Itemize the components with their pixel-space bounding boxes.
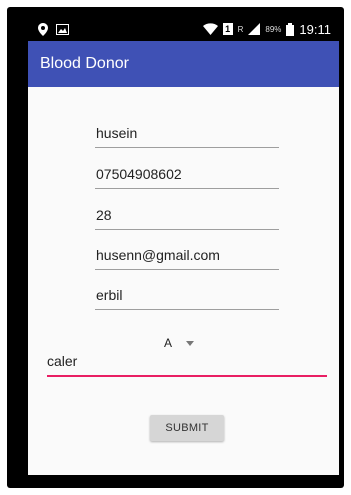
signal-label: R xyxy=(237,24,244,34)
battery-icon xyxy=(286,22,295,36)
city-input[interactable] xyxy=(95,285,280,305)
phone-field[interactable] xyxy=(95,164,280,189)
email-field[interactable] xyxy=(95,245,280,270)
status-left xyxy=(38,21,69,37)
status-bar: 1 R 89% 19:11 xyxy=(28,17,339,41)
submit-button[interactable]: SUBMIT xyxy=(150,415,224,441)
app-title: Blood Donor xyxy=(40,55,129,72)
status-right: 1 R 89% 19:11 xyxy=(202,20,331,38)
phone-input[interactable] xyxy=(95,164,280,184)
image-icon xyxy=(56,23,69,35)
blood-type-value: A xyxy=(164,336,173,350)
wifi-icon xyxy=(202,23,218,35)
phone-frame: 1 R 89% 19:11 Blood Donor husein 0750490… xyxy=(7,7,344,488)
name-field[interactable] xyxy=(95,123,280,148)
battery-percent: 89% xyxy=(265,24,282,34)
blood-type-spinner[interactable]: A xyxy=(164,333,234,353)
location-icon xyxy=(38,22,48,36)
address-input[interactable] xyxy=(47,351,327,371)
clock: 19:11 xyxy=(299,21,331,37)
name-input[interactable] xyxy=(95,123,280,143)
chevron-down-icon xyxy=(186,340,195,346)
age-input[interactable] xyxy=(95,205,280,225)
age-field[interactable] xyxy=(95,205,280,230)
signal-icon xyxy=(248,23,261,35)
email-input[interactable] xyxy=(95,245,280,265)
sim-icon: 1 xyxy=(222,23,233,35)
address-field[interactable] xyxy=(47,351,327,377)
app-bar: Blood Donor xyxy=(28,41,339,87)
city-field[interactable] xyxy=(95,285,280,310)
screen: 1 R 89% 19:11 Blood Donor husein 0750490… xyxy=(28,17,339,475)
